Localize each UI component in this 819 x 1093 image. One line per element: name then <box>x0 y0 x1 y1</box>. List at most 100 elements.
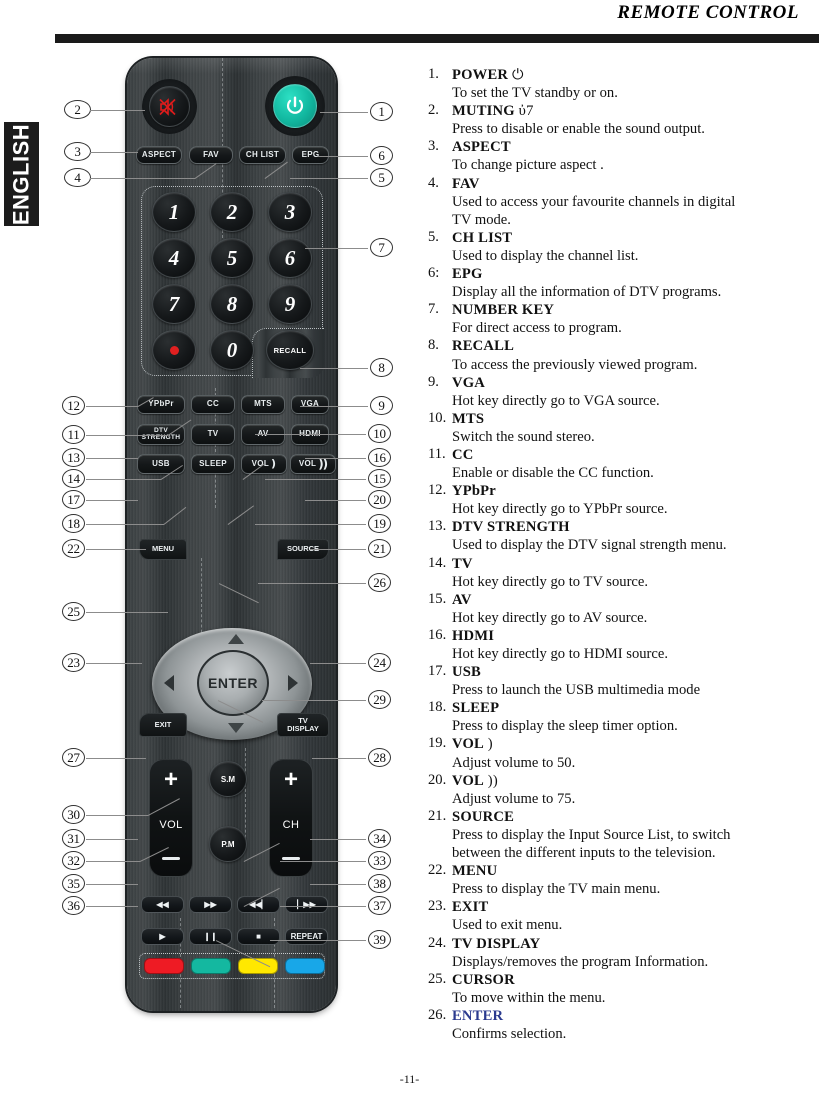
number-key-2[interactable]: 2 <box>210 192 254 232</box>
vol-up-hotkey-button[interactable]: VOL)) <box>290 454 336 474</box>
recall-button[interactable]: RECALL <box>266 330 314 370</box>
next-button[interactable]: ▏▶▶ <box>285 896 328 913</box>
leader-2 <box>90 110 145 112</box>
fav-button[interactable]: FAV <box>189 146 233 164</box>
description-title-text: TV DISPLAY <box>452 935 541 952</box>
repeat-button[interactable]: REPEAT <box>285 928 328 945</box>
power-button[interactable] <box>273 84 317 128</box>
leader-1 <box>320 112 368 114</box>
cursor-down-icon[interactable] <box>228 723 244 733</box>
leader-17 <box>86 500 138 502</box>
enter-button[interactable]: ENTER <box>197 650 269 716</box>
callout-36: 36 <box>62 896 85 915</box>
number-key-7[interactable]: 7 <box>152 284 196 324</box>
language-tab: ENGLISH <box>4 122 39 226</box>
description-title-text: VOL <box>452 772 484 789</box>
number-key-5[interactable]: 5 <box>210 238 254 278</box>
leader-39a <box>270 940 366 942</box>
description-title-glyph: )) <box>483 772 498 789</box>
dot-key[interactable] <box>152 330 196 370</box>
play-button[interactable]: ▶ <box>141 928 184 945</box>
tv-button[interactable]: TV <box>191 424 235 445</box>
rewind-button[interactable]: ◀◀ <box>141 896 184 913</box>
description-title-text: ASPECT <box>452 139 511 156</box>
leader-15a <box>265 479 366 481</box>
number-key-6[interactable]: 6 <box>268 238 312 278</box>
description-title-glyph: ὐ7 <box>514 103 534 120</box>
description-title: EXIT <box>452 898 819 916</box>
cursor-left-icon[interactable] <box>164 675 174 691</box>
callout-21: 21 <box>368 539 391 558</box>
callout-7: 7 <box>370 238 393 257</box>
sleep-button[interactable]: SLEEP <box>191 454 235 474</box>
picture-mode-button[interactable]: P.M <box>209 826 247 862</box>
description-title: TV DISPLAY <box>452 935 819 953</box>
number-key-0[interactable]: 0 <box>210 330 254 370</box>
tv-display-button[interactable]: TV DISPLAY <box>277 713 329 737</box>
ch-list-button[interactable]: CH LIST <box>239 146 286 164</box>
leader-9 <box>300 406 368 408</box>
description-body: MUTING ὐ7 Press to disable or enable the … <box>452 102 819 138</box>
description-body: EPG Display all the information of DTV pr… <box>452 265 819 301</box>
number-key-1[interactable]: 1 <box>152 192 196 232</box>
cc-button[interactable]: CC <box>191 395 235 414</box>
number-key-8[interactable]: 8 <box>210 284 254 324</box>
description-title: POWER ⏻ <box>452 66 819 84</box>
number-key-4[interactable]: 4 <box>152 238 196 278</box>
pause-button[interactable]: ❙❙ <box>189 928 232 945</box>
callout-33: 33 <box>368 851 391 870</box>
description-number: 26. <box>428 1006 447 1023</box>
description-title-text: SOURCE <box>452 808 515 825</box>
number-key-9[interactable]: 9 <box>268 284 312 324</box>
description-number: 13. <box>428 518 447 535</box>
description-body: EXIT Used to exit menu. <box>452 898 819 934</box>
channel-up-icon[interactable]: + <box>284 768 298 792</box>
vga-button[interactable]: VGA <box>291 395 329 414</box>
aspect-button[interactable]: ASPECT <box>136 146 182 164</box>
description-text: Display all the information of DTV progr… <box>452 284 722 301</box>
cursor-up-icon[interactable] <box>228 634 244 644</box>
number-key-3[interactable]: 3 <box>268 192 312 232</box>
description-body: SLEEP Press to display the sleep timer o… <box>452 699 819 735</box>
leader-13 <box>86 458 138 460</box>
description-title: HDMI <box>452 627 819 645</box>
description-title-text: HDMI <box>452 627 495 644</box>
cursor-right-icon[interactable] <box>288 675 298 691</box>
callout-4: 4 <box>64 168 91 187</box>
leader-6 <box>318 156 368 158</box>
sound-mode-button[interactable]: S.M <box>209 761 247 797</box>
description-title: VOL ) <box>452 735 819 753</box>
exit-button[interactable]: EXIT <box>139 713 187 737</box>
volume-rocker[interactable]: + VOL <box>149 759 193 877</box>
leader-24 <box>310 663 366 665</box>
description-title: CH LIST <box>452 229 819 247</box>
description-title-text: CC <box>452 446 474 463</box>
epg-button[interactable]: EPG <box>292 146 329 164</box>
description-number: 22. <box>428 862 447 879</box>
mute-button[interactable] <box>149 86 190 127</box>
channel-down-icon[interactable] <box>282 857 300 860</box>
description-text: Adjust volume to 75. <box>452 790 576 807</box>
language-label: ENGLISH <box>8 123 34 226</box>
volume-down-icon[interactable] <box>162 857 180 860</box>
power-symbol-icon <box>287 96 303 114</box>
description-title-text: MTS <box>452 410 485 427</box>
mts-button[interactable]: MTS <box>241 395 285 414</box>
fast-forward-button[interactable]: ▶▶ <box>189 896 232 913</box>
red-color-key[interactable] <box>144 958 184 974</box>
menu-button[interactable]: MENU <box>139 539 187 560</box>
description-number: 2. <box>428 102 439 119</box>
description-text: Displays/removes the program Information… <box>452 953 709 970</box>
callout-16: 16 <box>368 448 391 467</box>
volume-up-icon[interactable]: + <box>164 768 178 792</box>
blue-color-key[interactable] <box>285 958 325 974</box>
leader-32a <box>86 861 140 863</box>
channel-rocker[interactable]: + CH <box>269 759 313 877</box>
usb-button[interactable]: USB <box>137 454 185 474</box>
green-color-key[interactable] <box>191 958 231 974</box>
stop-button[interactable]: ■ <box>237 928 280 945</box>
callout-20: 20 <box>368 490 391 509</box>
description-body: YPbPr Hot key directly go to YPbPr sourc… <box>452 482 819 518</box>
ypbpr-button[interactable]: YPbPr <box>137 395 185 414</box>
description-number: 10. <box>428 409 447 426</box>
